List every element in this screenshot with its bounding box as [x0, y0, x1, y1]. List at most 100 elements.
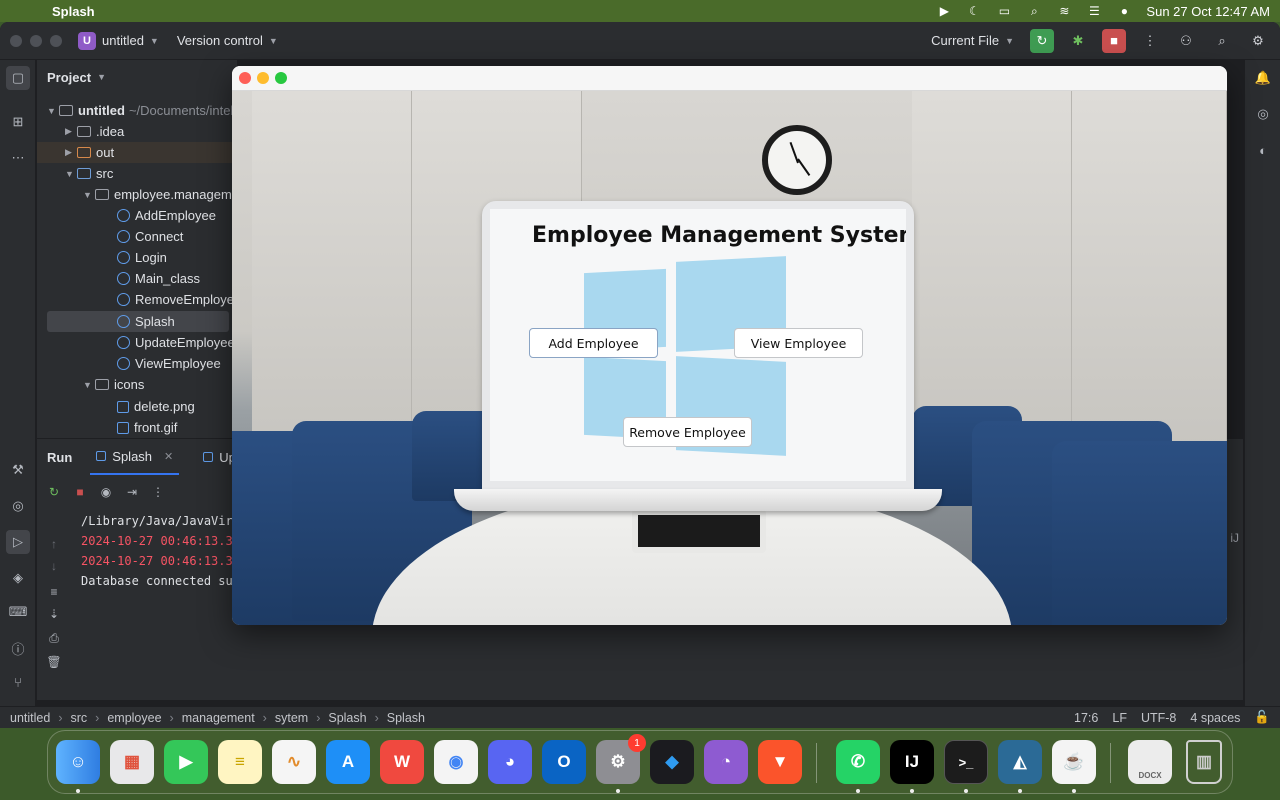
outlook-icon[interactable]: O	[542, 740, 586, 784]
vscode-icon[interactable]: ◆	[650, 740, 694, 784]
breadcrumb-item[interactable]: sytem	[275, 711, 308, 725]
tree-item-splash[interactable]: Splash	[47, 311, 229, 332]
trash-icon[interactable]: 🗑	[46, 655, 61, 669]
ai-assistant-icon[interactable]: ◎	[1251, 102, 1275, 126]
indent-setting[interactable]: 4 spaces	[1190, 711, 1240, 725]
git-icon[interactable]: ⑂	[6, 670, 30, 694]
search-icon[interactable]: ⌕	[1026, 4, 1042, 18]
console-output[interactable]: /Library/Java/JavaVirt 2024-10-27 00:46:…	[81, 511, 240, 591]
breadcrumb-item[interactable]: employee	[107, 711, 161, 725]
minimize-button[interactable]	[30, 34, 42, 47]
notifications-icon[interactable]: 🔔	[1251, 66, 1275, 90]
lock-icon[interactable]: 🔓	[1254, 710, 1270, 725]
tree-label: .idea	[96, 124, 125, 139]
breadcrumb-item[interactable]: src	[70, 711, 87, 725]
tree-item-out[interactable]: ▶ out	[37, 142, 237, 163]
add-user-icon[interactable]: ⚇	[1174, 29, 1198, 53]
tab-label: Splash	[112, 448, 153, 464]
layers-icon[interactable]: ◈	[6, 566, 30, 590]
exit-icon[interactable]: ⇥	[125, 485, 139, 499]
finder-icon[interactable]: ☺	[56, 740, 100, 784]
stop-icon[interactable]: ■	[73, 485, 87, 499]
whatsapp-icon[interactable]: ✆	[836, 740, 880, 784]
chrome-icon[interactable]: ◉	[434, 740, 478, 784]
run-config-select[interactable]: Current File ▼	[931, 33, 1014, 48]
trash-icon[interactable]: ▥	[1186, 740, 1222, 784]
zoom-button[interactable]	[275, 72, 287, 84]
play-circle-icon[interactable]: ▶	[936, 4, 952, 18]
soft-wrap-icon[interactable]: ≡	[47, 585, 61, 599]
gear-icon[interactable]: ⚙	[1246, 29, 1270, 53]
rerun-icon[interactable]: ↻	[1030, 28, 1054, 53]
search-icon[interactable]: ⌕	[1210, 29, 1234, 53]
close-button[interactable]	[10, 34, 22, 47]
rerun-icon[interactable]: ↻	[47, 485, 61, 499]
freeform-icon[interactable]: ∿	[272, 740, 316, 784]
github-desktop-icon[interactable]: ◔	[704, 740, 748, 784]
tab-splash[interactable]: Splash ✕	[90, 439, 180, 475]
brave-icon[interactable]: ▼	[758, 740, 802, 784]
file-encoding[interactable]: UTF-8	[1141, 711, 1176, 725]
more-icon[interactable]: ⋮	[1138, 29, 1162, 53]
problems-icon[interactable]: ⓘ	[6, 636, 30, 660]
discord-icon[interactable]: ◕	[488, 740, 532, 784]
more-horizontal-icon[interactable]: ⋯	[6, 146, 30, 170]
cursor-position[interactable]: 17:6	[1074, 711, 1098, 725]
class-icon	[117, 315, 130, 328]
clock-text[interactable]: Sun 27 Oct 12:47 AM	[1146, 4, 1270, 19]
arrow-up-icon[interactable]: ↑	[47, 537, 61, 551]
intellij-icon[interactable]: IJ	[890, 740, 934, 784]
app-name[interactable]: Splash	[52, 4, 95, 19]
moon-icon[interactable]: ☾	[966, 4, 982, 18]
print-icon[interactable]: ⎙	[47, 631, 61, 645]
terminal-icon[interactable]: >_	[944, 740, 988, 784]
chevron-right-icon: ▶	[65, 147, 72, 157]
terminal-icon[interactable]: ⌨	[6, 600, 30, 624]
services-icon[interactable]: ◎	[6, 494, 30, 518]
app-store-icon[interactable]: A	[326, 740, 370, 784]
breadcrumb-item[interactable]: Splash	[328, 711, 366, 725]
notes-icon[interactable]: ≡	[218, 740, 262, 784]
facetime-icon[interactable]: ▶	[164, 740, 208, 784]
scroll-to-end-icon[interactable]: ⇣	[47, 607, 61, 621]
close-button[interactable]	[239, 72, 251, 84]
copilot-icon[interactable]: ◐	[1251, 138, 1275, 162]
document-icon[interactable]: DOCX	[1128, 740, 1172, 784]
run-icon[interactable]: ▷	[6, 530, 30, 554]
view-employee-button[interactable]: View Employee	[734, 328, 863, 358]
wps-icon[interactable]: W	[380, 740, 424, 784]
java-icon[interactable]: ☕	[1052, 740, 1096, 784]
wifi-icon[interactable]: ≋	[1056, 4, 1072, 18]
folder-icon	[77, 147, 91, 158]
structure-icon[interactable]: ⊞	[6, 110, 30, 134]
breadcrumb-item[interactable]: Splash	[387, 711, 425, 725]
camera-icon[interactable]: ◉	[99, 485, 113, 499]
remove-employee-button[interactable]: Remove Employee	[623, 417, 752, 447]
mysql-workbench-icon[interactable]: ◭	[998, 740, 1042, 784]
run-config-icon	[96, 451, 107, 461]
breadcrumb-item[interactable]: management	[182, 711, 255, 725]
debug-icon[interactable]: ✱	[1066, 29, 1090, 53]
add-employee-button[interactable]: Add Employee	[529, 328, 658, 358]
close-icon[interactable]: ✕	[164, 450, 173, 463]
system-settings-icon[interactable]: ⚙ 1	[596, 734, 646, 784]
line-ending[interactable]: LF	[1112, 711, 1127, 725]
zoom-button[interactable]	[50, 34, 62, 47]
control-center-icon[interactable]: ☰	[1086, 4, 1102, 18]
project-switcher[interactable]: U untitled ▼	[78, 31, 159, 50]
chevron-right-icon: ▶	[65, 126, 72, 136]
stop-icon[interactable]: ■	[1102, 28, 1126, 53]
build-icon[interactable]: ⚒	[6, 458, 30, 482]
siri-icon[interactable]: ●	[1116, 4, 1132, 18]
folder-icon[interactable]: ▢	[6, 66, 30, 90]
launchpad-icon[interactable]: ▦	[110, 740, 154, 784]
battery-icon[interactable]: ▭	[996, 4, 1012, 18]
more-icon[interactable]: ⋮	[151, 485, 165, 499]
chevron-down-icon: ▼	[268, 35, 278, 46]
minimize-button[interactable]	[257, 72, 269, 84]
breadcrumb-item[interactable]: untitled	[10, 711, 50, 725]
version-control-menu[interactable]: Version control ▼	[177, 33, 278, 48]
tree-root[interactable]: ▼ untitled ~/Documents/intel	[47, 100, 247, 121]
arrow-down-icon[interactable]: ↓	[47, 559, 61, 573]
project-header[interactable]: Project ▼	[37, 60, 237, 94]
